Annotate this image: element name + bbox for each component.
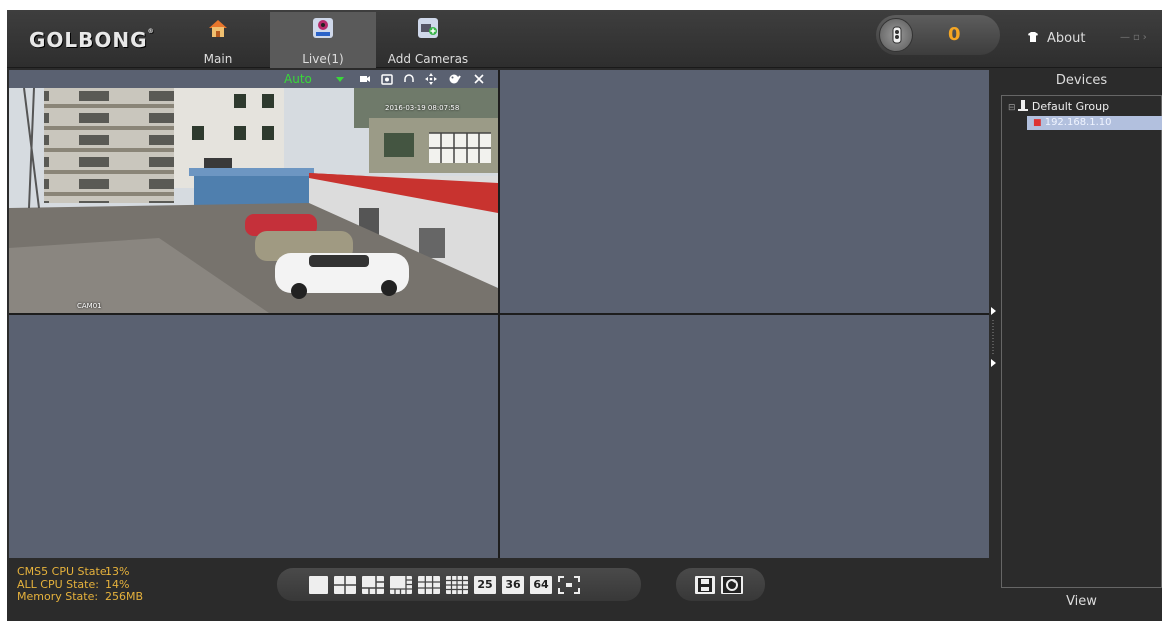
add-camera-icon <box>418 18 438 38</box>
alarm-icon <box>879 18 913 52</box>
top-bar: GOLBONG® Main Live(1) Add Cameras 0 Abou… <box>7 10 1162 68</box>
layout-8-button[interactable] <box>390 576 412 594</box>
brand-logo-text: GOLBONG <box>29 28 148 52</box>
layout-1-button[interactable] <box>309 576 328 594</box>
video-cell-1[interactable]: Auto 2016-03-19 08:07:58 CAM01 <box>9 70 498 313</box>
camera-toolbar: Auto <box>9 70 498 88</box>
nav-main-label: Main <box>203 52 233 66</box>
layout-36-button[interactable]: 36 <box>502 576 524 594</box>
expand-icon[interactable]: ⊟ <box>1008 103 1018 113</box>
camera-scene-image <box>9 88 498 313</box>
tree-group-default[interactable]: ⊟ Default Group <box>1008 100 1109 113</box>
video-grid: Auto 2016-03-19 08:07:58 CAM01 <box>9 70 990 558</box>
device-ip-label: 192.168.1.10 <box>1044 117 1112 128</box>
about-button[interactable]: About <box>1027 31 1085 46</box>
minimize-icon[interactable]: — <box>1120 32 1133 43</box>
layout-64-button[interactable]: 64 <box>530 576 552 594</box>
panel-splitter[interactable] <box>989 70 998 560</box>
layout-16-button[interactable] <box>446 576 468 594</box>
restore-icon[interactable]: ▫ <box>1133 32 1143 43</box>
nav-add-cameras-label: Add Cameras <box>387 52 469 66</box>
about-label: About <box>1047 31 1086 46</box>
nav-live-label: Live(1) <box>302 52 344 66</box>
devices-panel: Devices ⊟ Default Group ■ 192.168.1.10 V… <box>989 70 1162 621</box>
action-toolbar <box>676 568 765 601</box>
view-tab[interactable]: View <box>1001 594 1162 609</box>
tree-device-item[interactable]: ■ 192.168.1.10 <box>1027 116 1162 130</box>
brand-logo-mark: ® <box>147 28 155 35</box>
camera-video-feed[interactable]: 2016-03-19 08:07:58 CAM01 <box>9 88 498 313</box>
stream-mode-select[interactable]: Auto <box>284 72 312 86</box>
live-camera-icon <box>313 18 333 38</box>
snapshot-icon[interactable] <box>381 73 393 85</box>
osd-timestamp: 2016-03-19 08:07:58 <box>385 104 460 112</box>
alarm-indicator[interactable]: 0 <box>876 15 1000 55</box>
record-icon[interactable] <box>359 73 371 85</box>
nav-add-cameras-button[interactable]: Add Cameras <box>379 12 477 68</box>
device-tree: ⊟ Default Group ■ 192.168.1.10 <box>1001 95 1162 588</box>
video-cell-3[interactable] <box>9 315 498 558</box>
layout-6-button[interactable] <box>362 576 384 594</box>
nav-live-button[interactable]: Live(1) <box>270 12 376 68</box>
cycle-view-button[interactable] <box>721 576 743 594</box>
video-cell-4[interactable] <box>500 315 990 558</box>
camera-device-icon: ■ <box>1033 118 1042 128</box>
layout-25-button[interactable]: 25 <box>474 576 496 594</box>
close-window-icon[interactable]: › <box>1143 32 1150 43</box>
close-icon[interactable] <box>473 73 485 85</box>
save-icon <box>698 578 712 592</box>
cms-cpu-label: CMS5 CPU State: <box>17 565 111 578</box>
save-view-button[interactable] <box>695 576 715 594</box>
layout-9-button[interactable] <box>418 576 440 594</box>
memory-value: 256MB <box>105 590 144 603</box>
home-icon <box>209 20 227 37</box>
shirt-icon <box>1028 32 1038 42</box>
alarm-count: 0 <box>948 24 961 45</box>
window-controls[interactable]: —▫› <box>1120 32 1150 43</box>
nav-main-button[interactable]: Main <box>185 12 251 68</box>
group-label: Default Group <box>1031 100 1110 113</box>
ptz-icon[interactable] <box>425 73 437 85</box>
app-window: GOLBONG® Main Live(1) Add Cameras 0 Abou… <box>7 10 1162 621</box>
all-cpu-value: 14% <box>105 577 130 591</box>
layout-4-button[interactable] <box>334 576 356 594</box>
color-settings-icon[interactable] <box>449 73 461 85</box>
osd-camera-name: CAM01 <box>77 302 102 310</box>
brand-logo: GOLBONG® <box>29 28 155 52</box>
chevron-down-icon[interactable] <box>336 77 344 82</box>
group-icon <box>1018 100 1029 111</box>
fullscreen-icon[interactable] <box>558 576 580 594</box>
layout-toolbar: 25 36 64 <box>277 568 641 601</box>
cms-cpu-value: 13% <box>105 565 130 578</box>
cycle-icon <box>723 577 741 593</box>
video-cell-2[interactable] <box>500 70 990 313</box>
devices-title: Devices <box>1055 73 1108 88</box>
audio-icon[interactable] <box>403 73 415 85</box>
system-status: CMS5 CPU State:13% ALL CPU State: 14% Mem… <box>17 565 144 604</box>
memory-label: Memory State: <box>17 590 99 603</box>
